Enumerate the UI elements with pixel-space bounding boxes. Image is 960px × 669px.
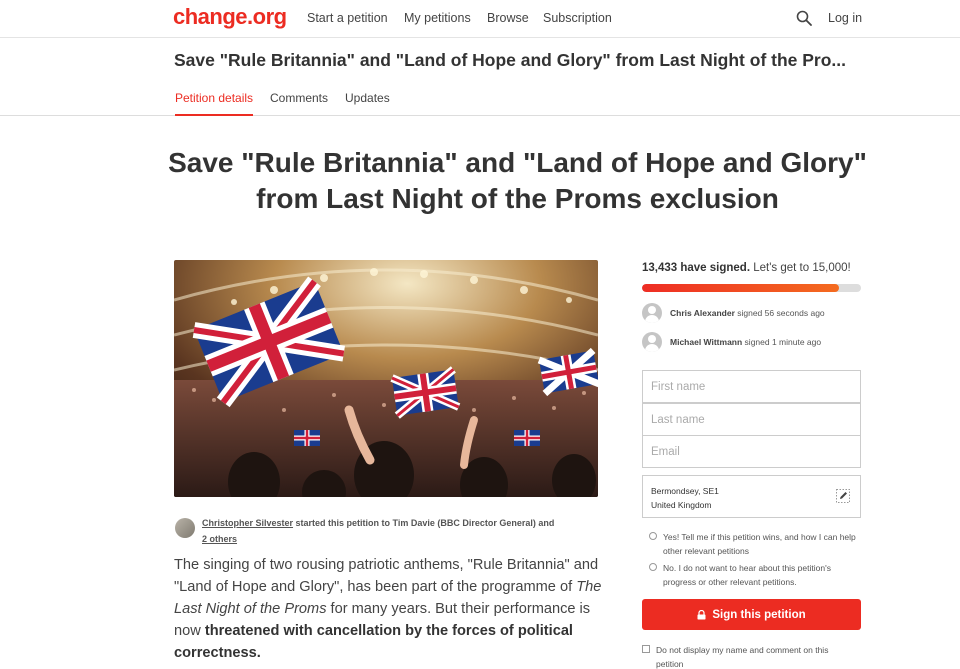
opt-in-no-radio[interactable] [649, 563, 657, 571]
user-avatar-icon [642, 332, 662, 352]
location-city: Bermondsey, SE1 [651, 486, 719, 496]
story-text-1: The singing of two rousing patriotic ant… [174, 557, 599, 595]
nav-browse[interactable]: Browse [487, 11, 529, 25]
signer-time: signed 56 seconds ago [734, 308, 825, 318]
petition-story: The singing of two rousing patriotic ant… [174, 554, 604, 664]
signature-progress-bar [642, 284, 861, 292]
titlebar-petition-title: Save "Rule Britannia" and "Land of Hope … [174, 50, 846, 70]
sign-petition-label: Sign this petition [712, 608, 806, 621]
petition-title-bar: Save "Rule Britannia" and "Land of Hope … [0, 38, 960, 116]
petition-headline: Save "Rule Britannia" and "Land of Hope … [150, 145, 885, 217]
tab-updates[interactable]: Updates [345, 91, 390, 114]
signature-count-number: 13,433 have signed. [642, 262, 751, 274]
last-name-input[interactable] [642, 403, 861, 436]
tab-petition-details[interactable]: Petition details [175, 91, 254, 116]
starter-others-link[interactable]: 2 others [202, 534, 237, 544]
opt-in-yes-label: Yes! Tell me if this petition wins, and … [663, 532, 856, 556]
royal-albert-hall-crowd-image [174, 260, 598, 497]
search-icon[interactable] [796, 10, 812, 26]
opt-in-no-label: No. I do not want to hear about this pet… [663, 563, 831, 587]
starter-avatar[interactable] [175, 518, 195, 538]
story-bold-text: threatened with cancellation by the forc… [174, 623, 573, 661]
headline-line-2: from Last Night of the Proms exclusion [256, 183, 779, 214]
login-link[interactable]: Log in [828, 11, 862, 25]
signature-count: 13,433 have signed. Let's get to 15,000! [642, 262, 851, 274]
first-name-input[interactable] [642, 370, 861, 403]
nav-my-petitions[interactable]: My petitions [404, 11, 471, 25]
signer-time: signed 1 minute ago [742, 337, 822, 347]
signature-goal: Let's get to 15,000! [750, 262, 851, 274]
petition-starter-line: Christopher Silvester started this petit… [202, 515, 582, 547]
lock-icon [697, 609, 706, 619]
nav-start-petition[interactable]: Start a petition [307, 11, 388, 25]
edit-pencil-icon[interactable] [836, 489, 850, 503]
sign-petition-button[interactable]: Sign this petition [642, 599, 861, 630]
signer-name[interactable]: Michael Wittmann [670, 337, 742, 347]
petition-hero-image [174, 260, 598, 497]
email-input[interactable] [642, 435, 861, 468]
hide-name-checkbox[interactable] [642, 645, 650, 653]
location-country: United Kingdom [651, 500, 712, 510]
tab-comments[interactable]: Comments [270, 91, 328, 114]
top-navigation: change.org Start a petition My petitions… [0, 0, 960, 38]
user-avatar-icon [642, 303, 662, 323]
hide-name-label: Do not display my name and comment on th… [656, 645, 829, 669]
progress-fill [642, 284, 840, 292]
change-org-logo[interactable]: change.org [173, 4, 287, 30]
headline-line-1: Save "Rule Britannia" and "Land of Hope … [168, 147, 867, 178]
starter-name-link[interactable]: Christopher Silvester [202, 518, 293, 528]
location-field[interactable]: Bermondsey, SE1 United Kingdom [642, 475, 861, 518]
nav-subscription[interactable]: Subscription [543, 11, 612, 25]
starter-description: started this petition to Tim Davie (BBC … [293, 518, 555, 528]
signer-name[interactable]: Chris Alexander [670, 308, 735, 318]
opt-in-yes-radio[interactable] [649, 532, 657, 540]
